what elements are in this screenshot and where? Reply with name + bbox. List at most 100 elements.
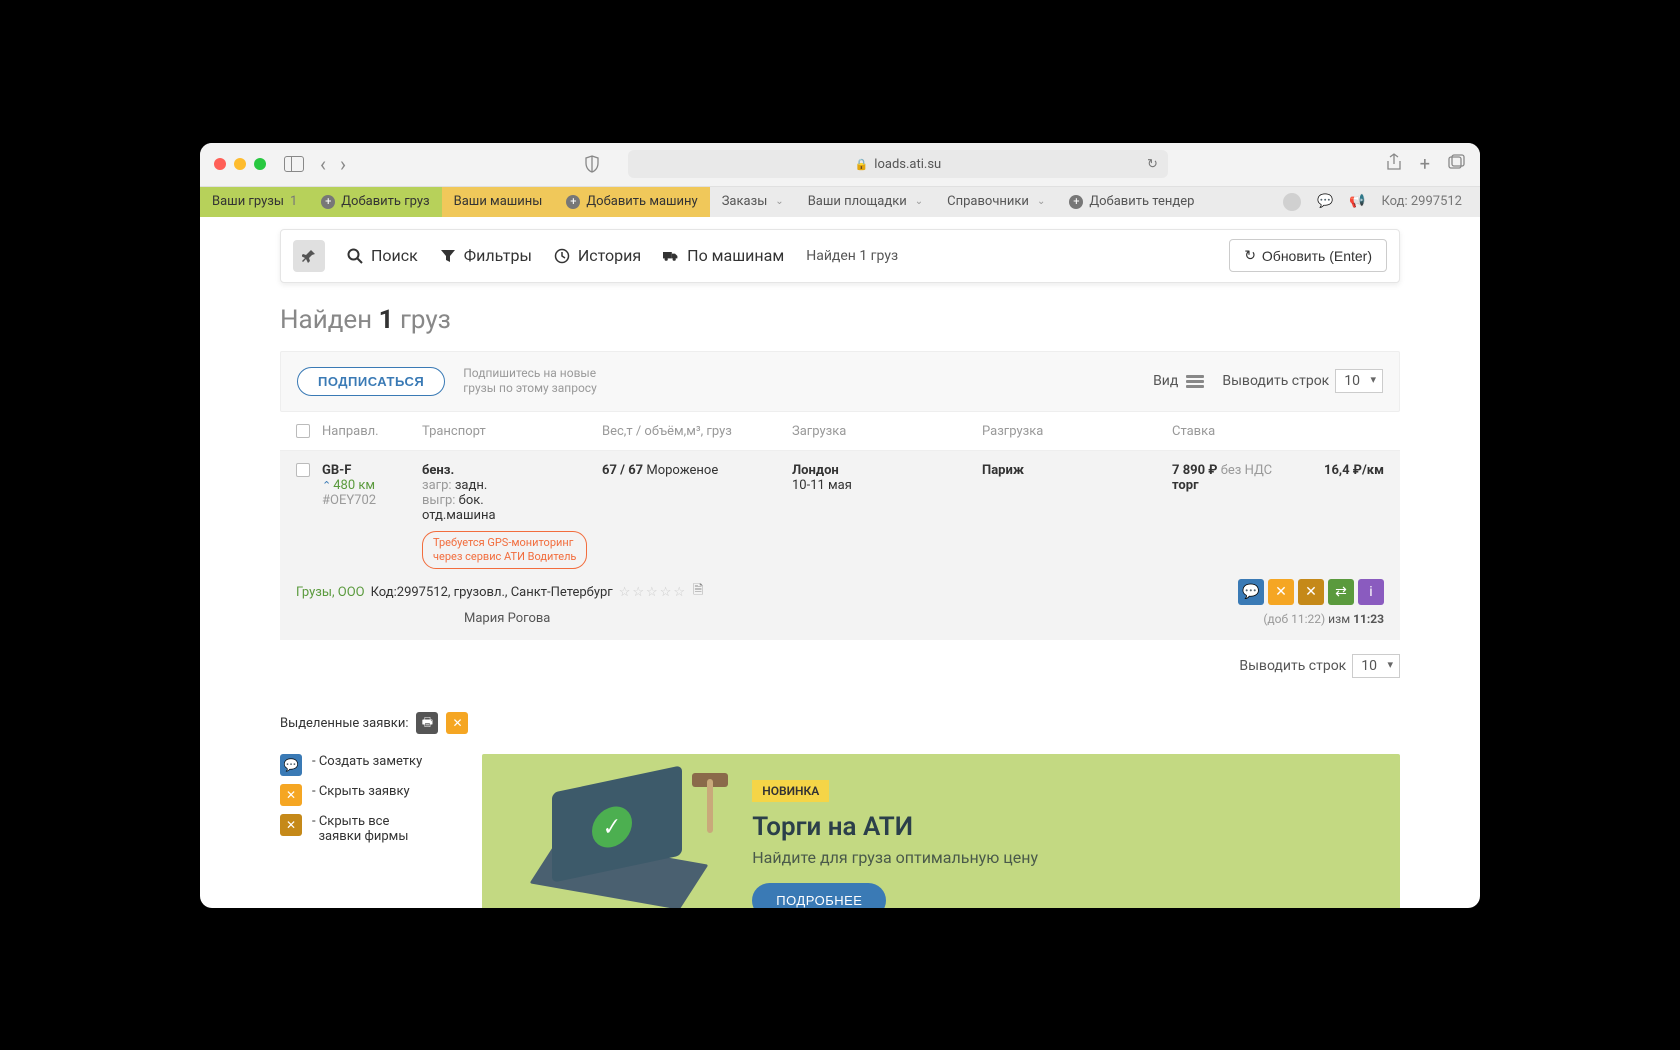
forward-button[interactable]: › [340, 152, 346, 176]
table-row: GB-F ⌃480 км #OEY702 бенз. загр: задн. в… [280, 451, 1400, 582]
table-header: Направл. Транспорт Вес,т / объём,м³, гру… [280, 412, 1400, 451]
order-id: #OEY702 [322, 493, 422, 508]
hide-firm-icon[interactable]: ✕ [1298, 579, 1324, 605]
sidebar-toggle-icon[interactable] [284, 156, 304, 172]
tab-history[interactable]: История [554, 246, 641, 265]
cargo-count-badge: 1 [290, 194, 297, 209]
address-bar[interactable]: 🔒 loads.ati.su ↻ [628, 150, 1168, 178]
tab-filters[interactable]: Фильтры [440, 246, 532, 265]
controls-row: ПОДПИСАТЬСЯ Подпишитесь на новые грузы п… [280, 351, 1400, 412]
minimize-window[interactable] [234, 158, 246, 170]
banner-more-button[interactable]: ПОДРОБНЕЕ [752, 883, 886, 907]
add-tender-label: Добавить тендер [1089, 194, 1194, 209]
chevron-up-icon[interactable]: ⌃ [322, 479, 331, 492]
cargo-name: Мороженое [646, 463, 718, 478]
tab-search[interactable]: Поиск [347, 246, 418, 265]
distance: 480 км [333, 478, 375, 493]
tab-label: Ваши машины [454, 194, 543, 209]
browser-chrome: ‹ › 🔒 loads.ati.su ↻ + [200, 143, 1480, 187]
loading-date: 10-11 мая [792, 478, 982, 493]
truck-icon [663, 248, 679, 264]
top-nav: Ваши грузы 1 + Добавить груз Ваши машины… [200, 187, 1480, 217]
col-direction[interactable]: Направл. [322, 424, 422, 442]
profile-icon[interactable] [1283, 193, 1301, 211]
subscribe-hint: Подпишитесь на новые грузы по этому запр… [463, 366, 597, 397]
col-rate[interactable]: Ставка [1172, 424, 1312, 442]
legend-hide: Скрыть заявку [319, 784, 410, 799]
refresh-button[interactable]: ↻ Обновить (Enter) [1229, 239, 1387, 272]
contact-name: Мария Рогова [464, 611, 550, 626]
col-loading[interactable]: Загрузка [792, 424, 982, 442]
add-vehicle-label: Добавить машину [586, 194, 697, 209]
privacy-shield-icon[interactable] [584, 155, 600, 173]
note-icon[interactable]: 💬 [1238, 579, 1264, 605]
url-text: loads.ati.su [874, 157, 941, 172]
row-checkbox[interactable] [296, 463, 310, 477]
hide-legend-icon: ✕ [280, 784, 302, 806]
hide-firm-legend-icon: ✕ [280, 814, 302, 836]
new-tab-icon[interactable]: + [1420, 154, 1430, 175]
rows-select[interactable]: 10 [1335, 369, 1383, 393]
add-cargo-button[interactable]: + Добавить груз [309, 187, 441, 217]
swap-icon[interactable]: ⇄ [1328, 579, 1354, 605]
add-tender-button[interactable]: + Добавить тендер [1057, 187, 1206, 217]
tab-references[interactable]: Справочники⌄ [935, 187, 1057, 217]
col-unloading[interactable]: Разгрузка [982, 424, 1172, 442]
tabs-overview-icon[interactable] [1448, 154, 1466, 175]
pin-button[interactable] [293, 240, 325, 272]
banner-title: Торги на АТИ [752, 812, 1038, 842]
rows-select-bottom[interactable]: 10 [1352, 654, 1400, 678]
history-icon [554, 248, 570, 264]
account-code: Код: 2997512 [1381, 194, 1462, 209]
note-legend-icon: 💬 [280, 754, 302, 776]
firm-name[interactable]: Грузы, ООО [296, 585, 365, 600]
rating-stars[interactable]: ☆☆☆☆☆ [619, 585, 687, 600]
announce-icon[interactable]: 📢 [1349, 194, 1365, 209]
tab-by-vehicles[interactable]: По машинам [663, 246, 784, 265]
promo-banner[interactable]: ✓ НОВИНКА Торги на АТИ Найдите для груза… [482, 754, 1400, 907]
banner-subtitle: Найдите для груза оптимальную цену [752, 848, 1038, 867]
transport-type: бенз. [422, 463, 454, 478]
rows-label-bottom: Выводить строк [1239, 658, 1346, 674]
filter-bar: Поиск Фильтры История По машинам Найден … [280, 229, 1400, 283]
document-icon[interactable]: 🗎 [693, 581, 703, 603]
col-weight[interactable]: Вес,т / объём,м³, груз [602, 424, 792, 442]
chat-icon[interactable]: 💬 [1317, 194, 1333, 209]
clear-selection-icon[interactable]: ✕ [446, 712, 468, 734]
direction-code: GB-F [322, 463, 422, 478]
add-vehicle-button[interactable]: + Добавить машину [554, 187, 709, 217]
maximize-window[interactable] [254, 158, 266, 170]
info-icon[interactable]: i [1358, 579, 1384, 605]
close-window[interactable] [214, 158, 226, 170]
legend: 💬- Создать заметку ✕- Скрыть заявку ✕- С… [280, 754, 422, 844]
plus-icon: + [321, 195, 335, 209]
hide-icon[interactable]: ✕ [1268, 579, 1294, 605]
row-footer: Грузы, ООО Код:2997512, грузовл., Санкт-… [280, 579, 1400, 640]
vat-info: без НДС [1221, 463, 1272, 478]
found-count-inline: Найден 1 груз [806, 248, 898, 264]
gps-required-badge: Требуется GPS-мониторинг через сервис АТ… [422, 531, 587, 570]
price-per-km: 16,4 ₽/км [1324, 463, 1384, 478]
select-all-checkbox[interactable] [296, 424, 310, 438]
negotiable: торг [1172, 478, 1199, 493]
tab-orders[interactable]: Заказы⌄ [710, 187, 796, 217]
list-view-icon[interactable] [1186, 375, 1204, 388]
selected-actions: Выделенные заявки: 🖶 ✕ [280, 712, 1400, 734]
col-transport[interactable]: Транспорт [422, 424, 602, 442]
reload-icon[interactable]: ↻ [1147, 157, 1158, 172]
firm-meta: Код:2997512, грузовл., Санкт-Петербург [371, 585, 613, 600]
loading-type: задн. [455, 478, 487, 493]
timestamps: (доб 11:22) изм 11:23 [1263, 612, 1384, 626]
back-button[interactable]: ‹ [320, 152, 326, 176]
tab-your-vehicles[interactable]: Ваши машины [442, 187, 555, 217]
tab-your-cargo[interactable]: Ваши грузы 1 [200, 187, 309, 217]
share-icon[interactable] [1386, 153, 1402, 176]
print-icon[interactable]: 🖶 [416, 712, 438, 734]
tab-platforms[interactable]: Ваши площадки⌄ [796, 187, 935, 217]
selected-label: Выделенные заявки: [280, 716, 408, 731]
unloading-type: бок. [459, 493, 484, 508]
subscribe-button[interactable]: ПОДПИСАТЬСЯ [297, 367, 445, 396]
plus-icon: + [566, 195, 580, 209]
page-title: Найден 1 груз [280, 305, 1400, 335]
chevron-down-icon: ⌄ [775, 196, 783, 207]
